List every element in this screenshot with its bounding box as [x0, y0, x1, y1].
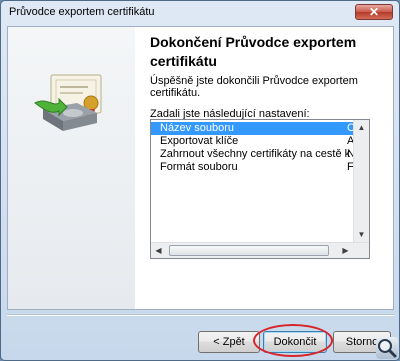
horizontal-scroll-thumb[interactable]: [169, 245, 329, 256]
wizard-content: Dokončení Průvodce exportem certifikátu …: [7, 26, 394, 310]
success-message: Úspěšně jste dokončili Průvodce exportem…: [150, 75, 358, 99]
settings-rows: Název souboru C: Exportovat klíče Ar Zah…: [151, 122, 354, 242]
setting-name: Název souboru: [160, 122, 234, 134]
scroll-up-icon[interactable]: ▲: [354, 120, 369, 135]
settings-listbox[interactable]: Název souboru C: Exportovat klíče Ar Zah…: [150, 119, 370, 259]
scroll-left-icon[interactable]: ◀: [151, 243, 166, 258]
list-item[interactable]: Formát souboru Fo: [151, 161, 354, 174]
title-bar: Průvodce exportem certifikátu ✕: [1, 1, 399, 25]
setting-name: Formát souboru: [160, 161, 238, 173]
list-item[interactable]: Zahrnout všechny certifikáty na cestě k …: [151, 148, 354, 161]
certificate-export-icon: [34, 74, 102, 131]
finish-button[interactable]: Dokončit: [263, 331, 327, 353]
close-button[interactable]: ✕: [355, 4, 393, 20]
setting-name: Exportovat klíče: [160, 135, 239, 147]
wizard-side-panel: [8, 27, 135, 309]
close-icon: ✕: [368, 5, 380, 19]
setting-name: Zahrnout všechny certifikáty na cestě k …: [160, 148, 354, 160]
window-title: Průvodce exportem certifikátu: [9, 6, 155, 18]
scroll-down-icon[interactable]: ▼: [354, 227, 369, 242]
magnifier-icon[interactable]: [376, 337, 398, 359]
list-item[interactable]: Název souboru C:: [151, 122, 354, 135]
page-title: Dokončení Průvodce exportem certifikátu: [150, 34, 357, 69]
scroll-right-icon[interactable]: ▶: [338, 243, 353, 258]
wizard-window: Průvodce exportem certifikátu ✕ Dokončen…: [0, 0, 400, 361]
footer-separator: [7, 314, 394, 316]
list-item[interactable]: Exportovat klíče Ar: [151, 135, 354, 148]
back-button[interactable]: < Zpět: [198, 331, 260, 353]
horizontal-scrollbar[interactable]: ◀ ▶: [151, 242, 369, 258]
vertical-scrollbar[interactable]: ▲ ▼: [353, 120, 369, 242]
